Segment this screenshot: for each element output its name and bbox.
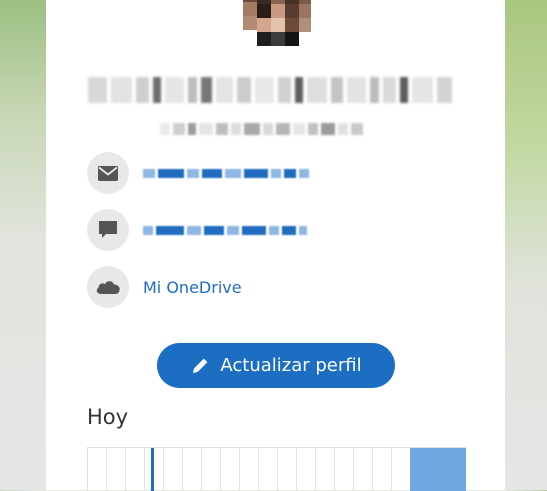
update-profile-button[interactable]: Actualizar perfil [157,343,395,388]
email-link-redacted[interactable] [143,168,309,178]
timeline-gridline [277,448,278,491]
profile-subtitle-redacted [160,120,392,138]
profile-name-redacted [88,73,453,107]
timeline-gridline [125,448,126,491]
desktop-background-left [0,0,46,490]
timeline-gridline [220,448,221,491]
mail-icon [87,152,129,194]
timeline-gridline [372,448,373,491]
chat-link-redacted[interactable] [143,225,307,235]
today-heading: Hoy [87,405,129,429]
day-timeline[interactable] [87,447,466,491]
onedrive-link[interactable]: Mi OneDrive [143,278,242,297]
chat-icon [87,209,129,251]
timeline-gridline [296,448,297,491]
busy-event-block[interactable] [410,448,466,491]
cloud-icon [87,266,129,308]
timeline-gridline [201,448,202,491]
desktop-background-right [505,0,547,490]
timeline-gridline [182,448,183,491]
current-time-indicator [151,448,154,491]
update-profile-label: Actualizar perfil [220,355,362,376]
chat-row [87,209,307,251]
avatar[interactable] [221,0,327,46]
email-row [87,152,309,194]
pencil-icon [190,356,210,376]
timeline-gridline [391,448,392,491]
timeline-gridline [353,448,354,491]
timeline-gridline [163,448,164,491]
timeline-gridline [315,448,316,491]
timeline-gridline [144,448,145,491]
timeline-gridline [334,448,335,491]
timeline-gridline [239,448,240,491]
timeline-gridline [258,448,259,491]
timeline-gridline [106,448,107,491]
onedrive-row: Mi OneDrive [87,266,242,308]
